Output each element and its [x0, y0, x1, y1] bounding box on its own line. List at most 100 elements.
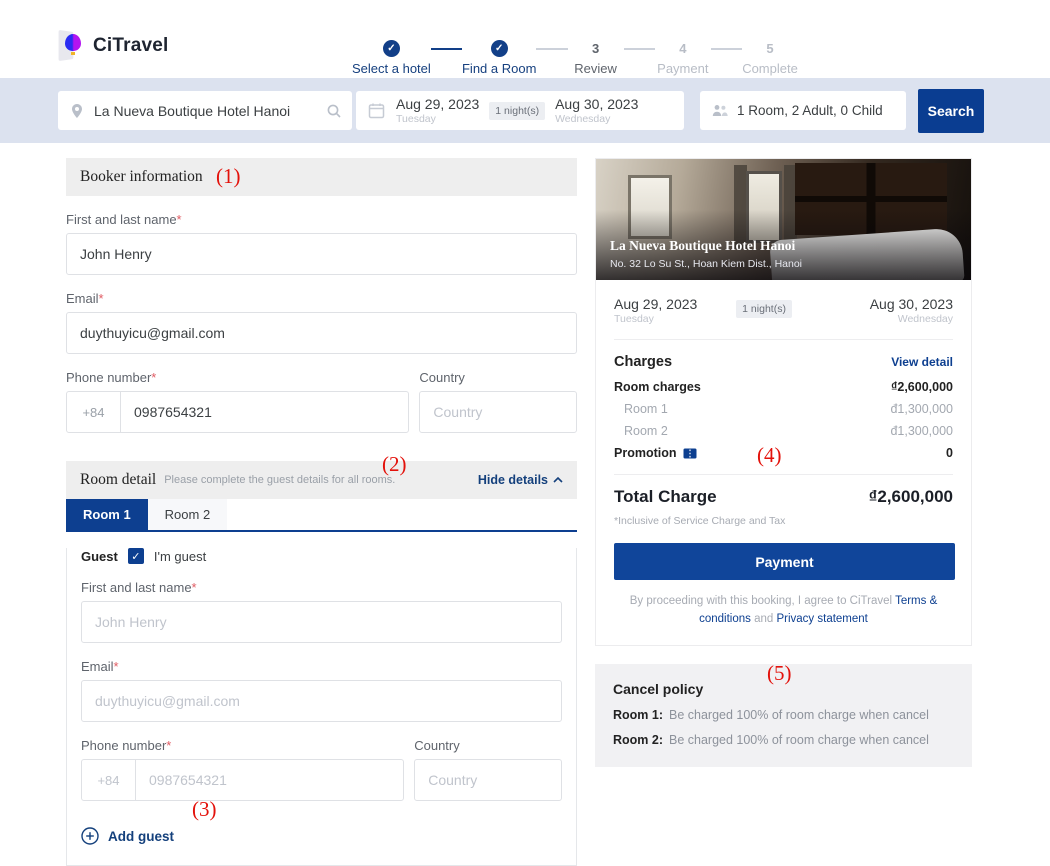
booking-stepper: ✓ Select a hotel ✓ Find a Room 3 Review … [352, 40, 798, 76]
search-icon[interactable] [326, 103, 342, 119]
required-asterisk: * [151, 370, 156, 385]
booker-name-input[interactable] [66, 233, 577, 275]
chevron-up-icon [553, 477, 563, 483]
tab-room-1[interactable]: Room 1 [66, 499, 148, 530]
annotation-marker-3: (3) [192, 797, 217, 822]
checkout-date: Aug 30, 2023 [870, 296, 953, 312]
search-button[interactable]: Search [918, 89, 984, 133]
step-find-a-room[interactable]: ✓ Find a Room [462, 40, 536, 76]
email-label: Email* [66, 291, 577, 306]
im-guest-checkbox[interactable]: ✓ [128, 548, 144, 564]
step-connector [624, 48, 655, 50]
booking-summary-card: La Nueva Boutique Hotel Hanoi No. 32 Lo … [595, 158, 972, 646]
phone-prefix[interactable]: +84 [67, 392, 121, 432]
guest-email-input[interactable] [81, 680, 562, 722]
room-tabs: Room 1 Room 2 [66, 499, 577, 532]
hide-details-toggle[interactable]: Hide details [478, 473, 563, 487]
guest-name-label: First and last name* [81, 580, 562, 595]
app-header: CiTravel ✓ Select a hotel ✓ Find a Room … [0, 0, 1050, 78]
checkout-date: Aug 30, 2023 [555, 96, 638, 112]
room-2-charge-row: Room 2 đ1,300,000 [596, 420, 971, 442]
search-band: Aug 29, 2023 Tuesday 1 night(s) Aug 30, … [0, 78, 1050, 143]
add-guest-label: Add guest [108, 829, 174, 844]
checkout-day: Wednesday [555, 113, 638, 125]
im-guest-label: I'm guest [154, 549, 206, 564]
booker-information-header: Booker information [66, 158, 577, 196]
room-detail-subtitle: Please complete the guest details for al… [164, 474, 395, 486]
checkin-day: Tuesday [614, 313, 697, 325]
guest-phone-input[interactable] [136, 760, 403, 800]
add-guest-button[interactable]: Add guest [81, 827, 562, 845]
brand-name: CiTravel [93, 35, 169, 57]
cancel-policy-room-1: Room 1:Be charged 100% of room charge wh… [613, 708, 954, 722]
booker-phone-group: +84 [66, 391, 409, 433]
booker-country-input[interactable] [419, 391, 577, 433]
room-detail-section: Room detail Please complete the guest de… [66, 461, 577, 866]
step-connector [431, 48, 462, 50]
annotation-marker-5: (5) [767, 661, 792, 686]
guest-email-label: Email* [81, 659, 562, 674]
booking-form-column: Booker information First and last name* … [66, 158, 577, 866]
required-asterisk: * [114, 659, 119, 674]
step-review: 3 Review [568, 40, 624, 76]
guest-phone-label: Phone number* [81, 738, 404, 753]
step-select-a-hotel[interactable]: ✓ Select a hotel [352, 40, 431, 76]
destination-input[interactable] [94, 103, 326, 119]
checkout-day: Wednesday [870, 313, 953, 325]
charges-title: Charges [614, 354, 672, 370]
hotel-name: La Nueva Boutique Hotel Hanoi [610, 238, 802, 254]
name-label: First and last name* [66, 212, 577, 227]
step-label: Review [574, 61, 617, 76]
checkin-date: Aug 29, 2023 [614, 296, 697, 312]
annotation-marker-4: (4) [757, 443, 782, 468]
booker-email-input[interactable] [66, 312, 577, 354]
step-check-icon: ✓ [383, 40, 400, 57]
phone-prefix[interactable]: +84 [82, 760, 136, 800]
country-label: Country [419, 370, 577, 385]
required-asterisk: * [192, 580, 197, 595]
destination-box[interactable] [58, 91, 352, 130]
nights-badge: 1 night(s) [489, 102, 545, 120]
guest-country-input[interactable] [414, 759, 562, 801]
view-detail-link[interactable]: View detail [891, 355, 953, 369]
hotel-address: No. 32 Lo Su St., Hoan Kiem Dist., Hanoi [610, 258, 802, 270]
checkin-day: Tuesday [396, 113, 479, 125]
guest-name-input[interactable] [81, 601, 562, 643]
stay-dates: Aug 29, 2023 Tuesday 1 night(s) Aug 30, … [596, 280, 971, 339]
guest-label: Guest [81, 549, 118, 564]
step-number: 5 [766, 40, 773, 57]
annotation-marker-2: (2) [382, 452, 407, 477]
occupancy-text: 1 Room, 2 Adult, 0 Child [737, 103, 883, 118]
tax-note: *Inclusive of Service Charge and Tax [596, 509, 971, 527]
step-number: 3 [592, 40, 599, 57]
hotel-photo: La Nueva Boutique Hotel Hanoi No. 32 Lo … [596, 159, 971, 280]
total-charge-value: ₫2,600,000 [869, 487, 953, 507]
room-charges-row: Room charges ₫2,600,000 [596, 376, 971, 398]
booker-phone-input[interactable] [121, 392, 408, 432]
step-payment: 4 Payment [655, 40, 711, 76]
calendar-icon [368, 102, 385, 119]
required-asterisk: * [177, 212, 182, 227]
brand-logo[interactable]: CiTravel [58, 30, 169, 62]
dates-box[interactable]: Aug 29, 2023 Tuesday 1 night(s) Aug 30, … [356, 91, 684, 130]
step-complete: 5 Complete [742, 40, 798, 76]
step-label: Select a hotel [352, 61, 431, 76]
promotion-ticket-icon[interactable] [683, 448, 697, 459]
step-label: Payment [657, 61, 708, 76]
cancel-policy-room-2: Room 2:Be charged 100% of room charge wh… [613, 733, 954, 747]
balloon-logo-icon [58, 30, 84, 62]
room-1-panel: Guest ✓ I'm guest First and last name* E… [66, 548, 577, 866]
plus-circle-icon [81, 827, 99, 845]
guest-phone-group: +84 [81, 759, 404, 801]
step-label: Find a Room [462, 61, 536, 76]
room-detail-header: Room detail Please complete the guest de… [66, 461, 577, 499]
total-charge-label: Total Charge [614, 487, 717, 507]
occupancy-box[interactable]: 1 Room, 2 Adult, 0 Child [700, 91, 906, 130]
total-charge-row: Total Charge ₫2,600,000 [596, 475, 971, 509]
promotion-row: Promotion 0 [596, 442, 971, 464]
privacy-statement-link[interactable]: Privacy statement [776, 613, 867, 625]
step-connector [711, 48, 742, 50]
tab-room-2[interactable]: Room 2 [148, 499, 228, 530]
payment-button[interactable]: Payment [614, 543, 955, 580]
annotation-marker-1: (1) [216, 164, 241, 189]
